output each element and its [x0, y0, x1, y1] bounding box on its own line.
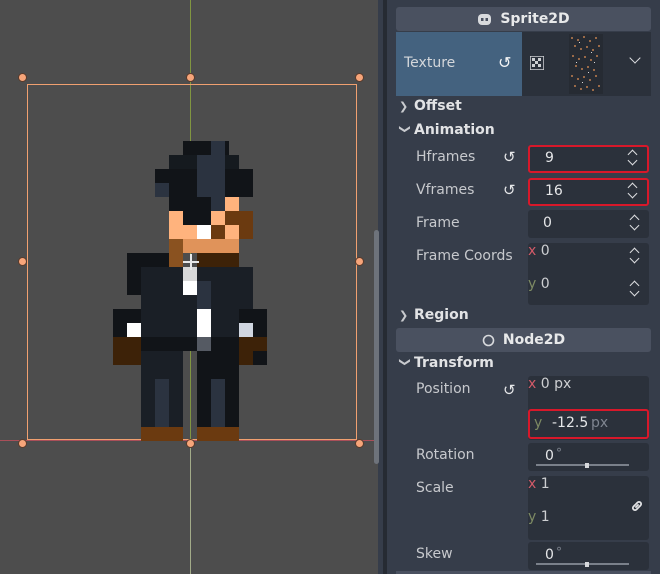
- vframes-value: 16: [545, 183, 563, 199]
- chevron-down-icon: ❯: [398, 124, 412, 134]
- spin-arrows-icon[interactable]: [630, 247, 640, 265]
- resize-handle-left[interactable]: [18, 257, 27, 266]
- frame-coords-y-value: 0: [540, 276, 550, 292]
- spin-arrows-icon[interactable]: [628, 149, 638, 167]
- inspector-panel: Sprite2D Texture ↺ ❯ Offset ❯ Animation …: [387, 0, 660, 574]
- pivot-crosshair[interactable]: [183, 254, 199, 270]
- hframes-field[interactable]: 9: [528, 145, 649, 173]
- rotation-slider-knob[interactable]: [585, 463, 589, 468]
- character-sprite[interactable]: [113, 141, 269, 441]
- frame-coords-field: x 0 y 0: [528, 243, 649, 305]
- resize-handle-top-right[interactable]: [355, 73, 364, 82]
- rotation-unit: °: [556, 446, 562, 460]
- frame-coords-label: Frame Coords: [416, 248, 513, 264]
- position-y-unit: px: [591, 415, 609, 431]
- texture-thumbnail: [569, 34, 603, 94]
- scale-x-field[interactable]: x 1: [528, 476, 628, 504]
- viewport-scrollbar[interactable]: [374, 230, 379, 464]
- y-axis-label: y: [528, 509, 537, 525]
- rotation-value: 0: [545, 448, 554, 464]
- frame-coords-x-field[interactable]: x 0: [528, 243, 649, 271]
- hframes-label: Hframes: [416, 149, 476, 165]
- checker-icon: [530, 56, 544, 70]
- position-y-value: -12.5: [552, 415, 589, 431]
- spin-arrows-icon[interactable]: [628, 182, 638, 200]
- y-axis-label: y: [534, 415, 543, 431]
- category-region-label: Region: [414, 307, 469, 323]
- skew-unit: °: [556, 545, 562, 559]
- resize-handle-right[interactable]: [355, 257, 364, 266]
- skew-slider[interactable]: 0 °: [528, 542, 649, 570]
- category-transform[interactable]: ❯ Transform: [399, 355, 494, 371]
- category-offset-label: Offset: [414, 98, 462, 114]
- canvas-viewport[interactable]: [0, 0, 378, 574]
- category-animation[interactable]: ❯ Animation: [399, 122, 495, 138]
- vframes-field[interactable]: 16: [528, 178, 649, 206]
- resize-handle-bottom-left[interactable]: [18, 439, 27, 448]
- chevron-right-icon: ❯: [399, 99, 409, 113]
- frame-coords-y-field[interactable]: y 0: [528, 276, 649, 304]
- node2d-icon: [482, 334, 495, 346]
- sprite2d-section-header[interactable]: Sprite2D: [396, 7, 651, 31]
- vframes-revert-icon[interactable]: ↺: [503, 181, 516, 199]
- texture-label: Texture: [404, 55, 456, 71]
- frame-field[interactable]: 0: [528, 210, 649, 238]
- spin-arrows-icon[interactable]: [630, 214, 640, 232]
- scale-y-value: 1: [540, 509, 550, 525]
- y-axis-label: y: [528, 276, 537, 292]
- node2d-title: Node2D: [502, 332, 566, 348]
- scale-label: Scale: [416, 480, 454, 496]
- category-transform-label: Transform: [414, 355, 494, 371]
- sprite2d-title: Sprite2D: [500, 11, 570, 27]
- position-y-field[interactable]: y -12.5 px: [528, 409, 649, 439]
- spin-arrows-icon[interactable]: [630, 280, 640, 298]
- skew-slider-knob[interactable]: [585, 562, 589, 567]
- hframes-revert-icon[interactable]: ↺: [503, 148, 516, 166]
- texture-row[interactable]: Texture ↺: [396, 32, 522, 96]
- position-label: Position: [416, 381, 471, 397]
- rotation-slider[interactable]: 0 °: [528, 443, 649, 471]
- y-axis-line-lower: [190, 440, 191, 574]
- skew-slider-track[interactable]: [536, 563, 629, 565]
- texture-resource-picker[interactable]: [522, 32, 651, 96]
- frame-coords-x-value: 0: [540, 243, 550, 259]
- resize-handle-top[interactable]: [186, 73, 195, 82]
- sprite2d-icon: [478, 13, 492, 25]
- x-axis-label: x: [528, 476, 537, 492]
- position-x-value: 0: [540, 376, 550, 392]
- rotation-label: Rotation: [416, 447, 475, 463]
- scale-x-value: 1: [540, 476, 550, 492]
- hframes-value: 9: [545, 150, 554, 166]
- node2d-section-header[interactable]: Node2D: [396, 328, 651, 352]
- position-x-field[interactable]: x 0 px: [528, 376, 649, 404]
- category-region[interactable]: ❯ Region: [399, 307, 469, 323]
- chevron-down-icon[interactable]: [629, 52, 641, 64]
- scale-field: x 1 y 1: [528, 476, 649, 540]
- x-axis-label: x: [528, 243, 537, 259]
- chevron-right-icon: ❯: [399, 308, 409, 322]
- category-animation-label: Animation: [414, 122, 495, 138]
- resize-handle-bottom-right[interactable]: [355, 439, 364, 448]
- skew-label: Skew: [416, 546, 453, 562]
- scale-y-field[interactable]: y 1: [528, 509, 628, 537]
- frame-value: 0: [543, 215, 552, 231]
- vframes-label: Vframes: [416, 182, 475, 198]
- position-x-unit: px: [554, 376, 572, 392]
- resize-handle-top-left[interactable]: [18, 73, 27, 82]
- texture-revert-icon[interactable]: ↺: [498, 53, 511, 72]
- link-icon[interactable]: [630, 499, 644, 513]
- x-axis-label: x: [528, 376, 537, 392]
- rotation-slider-track[interactable]: [536, 464, 629, 466]
- category-offset[interactable]: ❯ Offset: [399, 98, 462, 114]
- skew-value: 0: [545, 547, 554, 563]
- chevron-down-icon: ❯: [398, 357, 412, 367]
- frame-label: Frame: [416, 215, 460, 231]
- position-revert-icon[interactable]: ↺: [503, 381, 516, 399]
